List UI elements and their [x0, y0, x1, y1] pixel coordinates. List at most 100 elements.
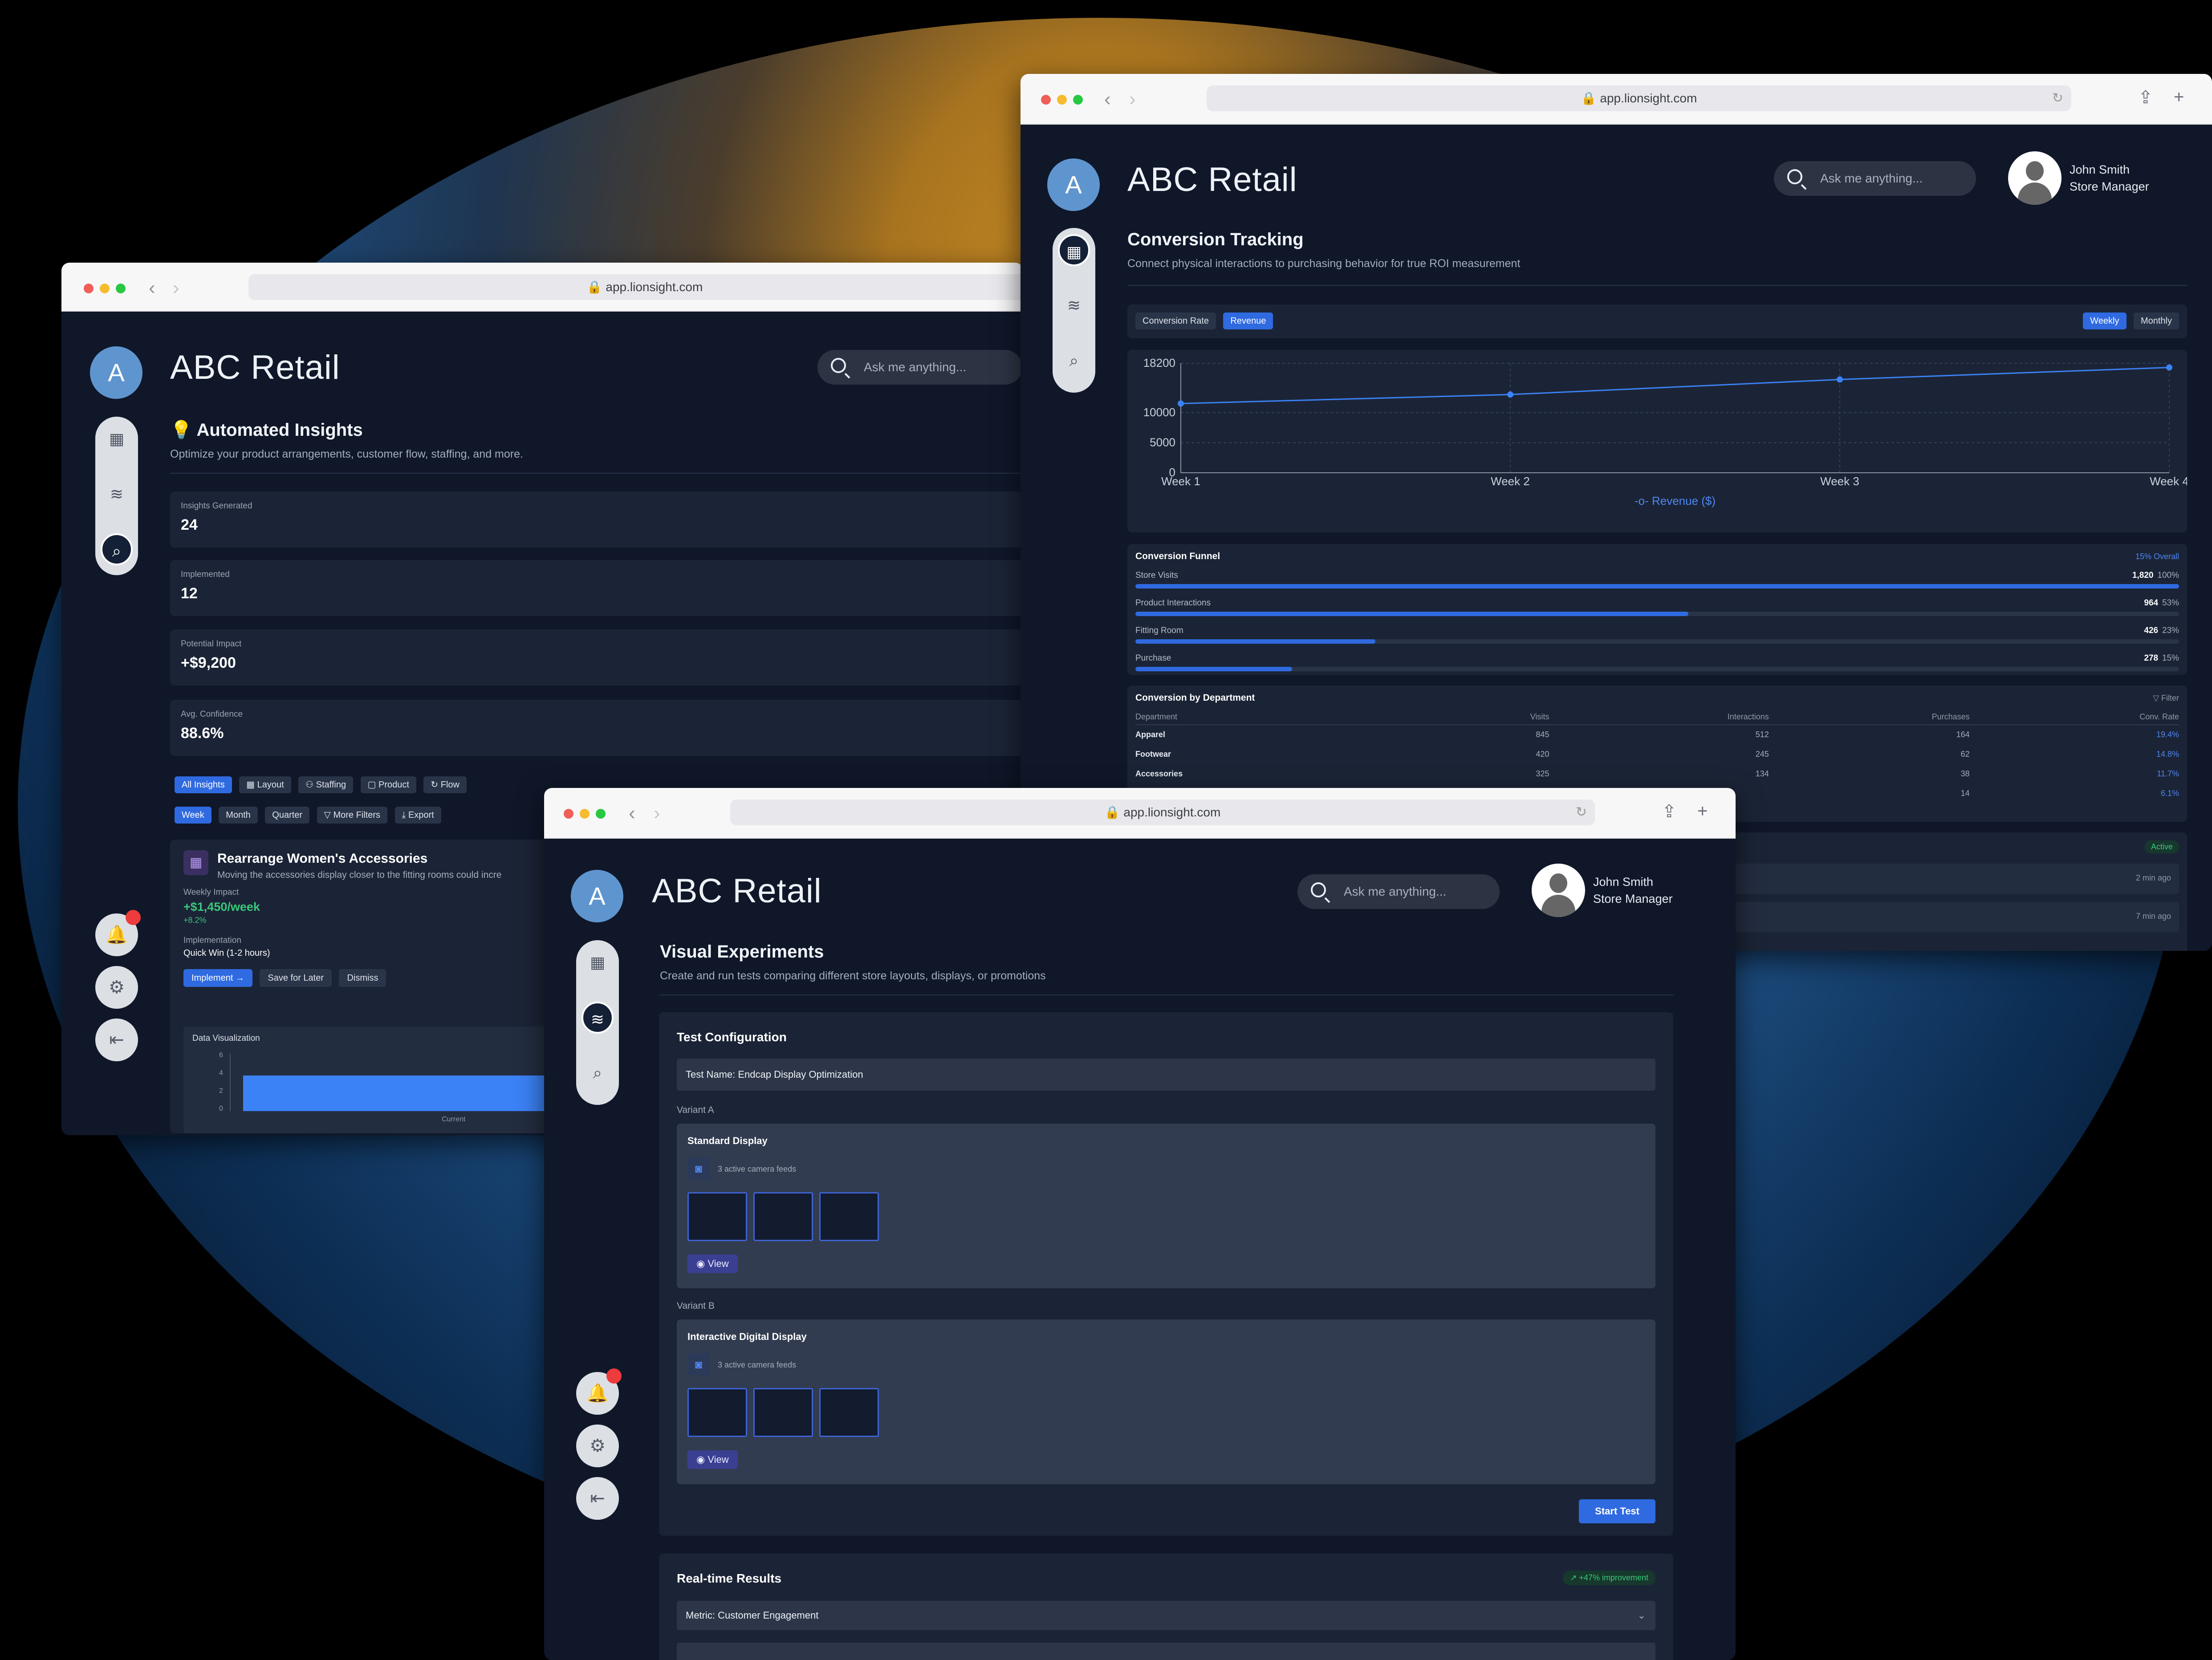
funnel-label: Store Visits — [1135, 571, 1178, 580]
metric-select[interactable]: Metric: Customer Engagement ⌄ — [677, 1601, 1655, 1630]
page-subtitle: Connect physical interactions to purchas… — [1127, 257, 1521, 270]
notifications-button[interactable]: 🔔 — [95, 910, 141, 956]
insights-zoom-icon[interactable]: ⌕ — [581, 1057, 614, 1089]
forward-arrow-icon[interactable]: › — [1129, 88, 1136, 110]
funnel-track — [1135, 667, 2179, 671]
user-profile[interactable]: John Smith Store Manager — [2008, 151, 2149, 205]
maximize-window-button[interactable] — [1073, 95, 1083, 105]
revenue-line-chart: 050001000018200Week 1 Week 2 Week 3 Week 4-… — [1143, 356, 2187, 507]
reload-icon[interactable]: ↻ — [1576, 800, 1587, 825]
back-arrow-icon[interactable]: ‹ — [1104, 88, 1111, 110]
tab-weekly[interactable]: Weekly — [2083, 313, 2127, 329]
camera-feed-thumbnail[interactable] — [819, 1388, 879, 1437]
more-filters-button[interactable]: ▽ More Filters — [317, 807, 388, 824]
maximize-window-button[interactable] — [596, 809, 606, 819]
save-for-later-button[interactable]: Save for Later — [260, 969, 332, 987]
funnel-row: Purchase 278 15% — [1135, 653, 2179, 676]
browser-window-experiments: ‹ › 🔒 app.lionsight.com ↻ ⇪ + A ABC Retai… — [544, 788, 1736, 1660]
address-bar[interactable]: 🔒 app.lionsight.com ↻ — [1207, 85, 2071, 111]
new-tab-icon[interactable]: + — [1697, 801, 1708, 821]
config-title: Test Configuration — [677, 1030, 787, 1044]
settings-button[interactable]: ⚙ — [576, 1425, 619, 1467]
period-quarter[interactable]: Quarter — [265, 807, 310, 824]
funnel-label: Fitting Room — [1135, 626, 1183, 635]
camera-feeds — [687, 1192, 885, 1243]
camera-feed-thumbnail[interactable] — [687, 1192, 747, 1241]
viz-tick-4: 4 — [219, 1069, 223, 1077]
database-icon[interactable]: ≋ — [581, 1002, 614, 1034]
filter-flow[interactable]: ↻ Flow — [423, 776, 467, 793]
filter-layout[interactable]: ▦ Layout — [239, 776, 291, 793]
funnel-percent: 15% — [2162, 653, 2179, 663]
col-conv-rate: Conv. Rate — [2139, 712, 2179, 721]
address-bar[interactable]: 🔒 app.lionsight.com ↻ — [730, 800, 1595, 825]
minimize-window-button[interactable] — [580, 809, 590, 819]
dashboard-grid-icon[interactable]: ▦ — [581, 946, 614, 978]
insights-zoom-icon[interactable]: ⌕ — [101, 533, 133, 565]
forward-arrow-icon[interactable]: › — [173, 277, 179, 299]
start-test-button[interactable]: Start Test — [1579, 1499, 1655, 1523]
sidebar-rail: ▦ ≋ ⌕ — [576, 940, 619, 1105]
logout-button[interactable]: ⇤ — [95, 1019, 138, 1061]
dashboard-grid-icon[interactable]: ▦ — [101, 423, 133, 455]
minimize-window-button[interactable] — [100, 284, 110, 293]
close-window-button[interactable] — [84, 284, 94, 293]
dismiss-button[interactable]: Dismiss — [339, 969, 386, 987]
implement-button[interactable]: Implement → — [183, 969, 252, 987]
table-row[interactable]: Footwear 420 245 62 14.8% — [1135, 744, 2179, 764]
view-variant-b-button[interactable]: ◉ View — [687, 1450, 738, 1469]
user-profile[interactable]: John Smith Store Manager — [1532, 864, 1673, 917]
avatar[interactable]: A — [1047, 158, 1100, 211]
period-month[interactable]: Month — [219, 807, 258, 824]
camera-feed-thumbnail[interactable] — [819, 1192, 879, 1241]
filter-product[interactable]: ▢ Product — [360, 776, 416, 793]
funnel-count: 964 — [2144, 598, 2159, 608]
share-icon[interactable]: ⇪ — [2138, 87, 2153, 108]
notifications-button[interactable]: 🔔 — [576, 1368, 622, 1415]
period-tabs: Week Month Quarter ▽ More Filters ⤓ Expo… — [175, 807, 447, 824]
close-window-button[interactable] — [1041, 95, 1051, 105]
camera-feed-thumbnail[interactable] — [753, 1192, 813, 1241]
search-placeholder: Ask me anything... — [1820, 171, 1923, 185]
address-bar[interactable]: 🔒 app.lionsight.com — [248, 274, 1023, 300]
avatar[interactable]: A — [90, 346, 142, 399]
avatar[interactable]: A — [571, 870, 623, 922]
close-window-button[interactable] — [564, 809, 573, 819]
filter-staffing[interactable]: ⚇ Staffing — [298, 776, 354, 793]
user-name: John Smith — [1593, 875, 1654, 889]
reload-icon[interactable]: ↻ — [2052, 85, 2063, 111]
share-icon[interactable]: ⇪ — [1662, 801, 1677, 822]
filter-all-insights[interactable]: All Insights — [175, 776, 232, 793]
tab-monthly[interactable]: Monthly — [2133, 313, 2179, 329]
camera-feed-thumbnail[interactable] — [687, 1388, 747, 1437]
eye-icon: ◉ — [696, 1454, 705, 1465]
tab-revenue[interactable]: Revenue — [1223, 313, 1273, 329]
table-row[interactable]: Apparel 845 512 164 19.4% — [1135, 725, 2179, 744]
viz-title: Data Visualization — [192, 1034, 260, 1043]
search-input[interactable]: Ask me anything... — [1774, 161, 1976, 196]
back-arrow-icon[interactable]: ‹ — [629, 802, 635, 824]
dept-filter-button[interactable]: ▽ Filter — [2153, 694, 2179, 703]
camera-feed-thumbnail[interactable] — [753, 1388, 813, 1437]
test-name-field[interactable]: Test Name: Endcap Display Optimization — [677, 1059, 1655, 1091]
export-button[interactable]: ⤓ Export — [394, 807, 441, 824]
database-icon[interactable]: ≋ — [1058, 289, 1090, 321]
search-input[interactable]: Ask me anything... — [1297, 874, 1500, 909]
insights-zoom-icon[interactable]: ⌕ — [1058, 345, 1090, 377]
new-tab-icon[interactable]: + — [2174, 87, 2184, 107]
table-row[interactable]: Accessories 325 134 38 11.7% — [1135, 764, 2179, 783]
logout-button[interactable]: ⇤ — [576, 1477, 619, 1520]
search-input[interactable]: Ask me anything... — [817, 350, 1022, 385]
dashboard-grid-icon[interactable]: ▦ — [1058, 234, 1090, 266]
forward-arrow-icon[interactable]: › — [654, 802, 660, 824]
back-arrow-icon[interactable]: ‹ — [149, 277, 155, 299]
view-variant-a-button[interactable]: ◉ View — [687, 1254, 738, 1273]
tab-conversion-rate[interactable]: Conversion Rate — [1135, 313, 1216, 329]
camera-icon: ◙ — [687, 1353, 710, 1376]
period-week[interactable]: Week — [175, 807, 211, 824]
database-icon[interactable]: ≋ — [101, 478, 133, 510]
minimize-window-button[interactable] — [1057, 95, 1067, 105]
settings-button[interactable]: ⚙ — [95, 966, 138, 1009]
stat-label: Avg. Confidence — [181, 710, 243, 719]
maximize-window-button[interactable] — [116, 284, 126, 293]
